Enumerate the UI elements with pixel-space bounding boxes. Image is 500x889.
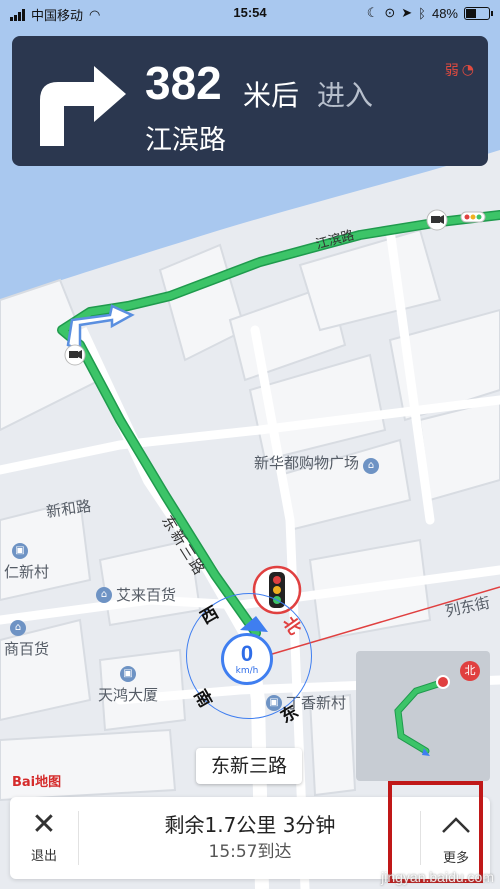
speed-value: 0 bbox=[240, 641, 254, 666]
poi-label[interactable]: ⌂ 艾来百货 bbox=[96, 584, 176, 605]
shop-icon: ⌂ bbox=[10, 620, 26, 636]
poi-label[interactable]: ▣ 天鸿大厦 bbox=[98, 666, 158, 705]
exit-button[interactable]: ✕ 退出 bbox=[10, 797, 78, 879]
poi-name: 商百货 bbox=[4, 640, 50, 658]
status-bar: 中国移动 ◠ 15:54 ☾ ⊙ ➤ ᛒ 48% bbox=[0, 0, 500, 26]
battery-icon bbox=[464, 6, 493, 20]
gps-signal-text: 弱 bbox=[444, 63, 459, 79]
exit-label: 退出 bbox=[30, 849, 57, 864]
trip-summary[interactable]: 剩余1.7公里 3分钟 15:57到达 bbox=[100, 811, 400, 865]
turn-action: 进入 bbox=[317, 79, 374, 112]
moon-icon: ☾ bbox=[366, 5, 379, 20]
poi-name: 新华都购物广场 bbox=[254, 454, 360, 472]
building-icon: ▣ bbox=[12, 543, 28, 559]
gps-signal-indicator: 弱 ◔ bbox=[445, 60, 474, 80]
turn-distance: 382 bbox=[145, 57, 222, 109]
building-icon: ▣ bbox=[120, 666, 136, 682]
traffic-light-small-icon bbox=[460, 211, 486, 223]
traffic-camera-icon bbox=[64, 344, 86, 366]
divider bbox=[78, 811, 79, 865]
minimap-compass-icon: 北 bbox=[460, 661, 480, 681]
battery-percent: 48% bbox=[431, 5, 458, 21]
arrival-time: 15:57到达 bbox=[208, 842, 292, 862]
map-logo: Bai地图 bbox=[12, 775, 62, 790]
location-icon: ➤ bbox=[401, 5, 413, 20]
poi-name: 艾来百货 bbox=[116, 586, 177, 604]
overview-minimap[interactable]: 北 bbox=[356, 651, 490, 781]
orientation-lock-icon: ⊙ bbox=[384, 5, 396, 20]
poi-label[interactable]: ⌂ 商百货 bbox=[4, 620, 49, 659]
next-road-name: 江滨路 bbox=[145, 125, 226, 156]
annotation-highlight-box bbox=[388, 781, 483, 883]
shop-icon: ⌂ bbox=[96, 586, 112, 603]
gps-signal-icon: ◔ bbox=[461, 62, 474, 78]
traffic-camera-icon bbox=[426, 209, 448, 231]
distance-unit: 米后 bbox=[243, 79, 300, 112]
speed-unit: km/h bbox=[235, 666, 259, 676]
guidance-panel: 382 米后 进入 江滨路 弱 ◔ bbox=[12, 36, 488, 166]
shop-icon: ⌂ bbox=[363, 458, 380, 474]
poi-label[interactable]: 新华都购物广场 ⌂ bbox=[254, 452, 380, 474]
poi-name: 仁新村 bbox=[4, 563, 50, 581]
poi-label[interactable]: ▣ 仁新村 bbox=[4, 543, 49, 582]
bluetooth-icon: ᛒ bbox=[418, 5, 426, 21]
remaining-distance-time: 剩余1.7公里 3分钟 bbox=[164, 813, 336, 837]
speedometer: 0 km/h bbox=[221, 633, 273, 685]
current-road-label: 东新三路 bbox=[196, 748, 302, 784]
close-icon: ✕ bbox=[31, 807, 57, 842]
watermark: jingyan.baidu.com bbox=[381, 869, 494, 885]
poi-name: 天鸿大厦 bbox=[98, 686, 159, 704]
turn-right-arrow-icon bbox=[40, 66, 126, 146]
